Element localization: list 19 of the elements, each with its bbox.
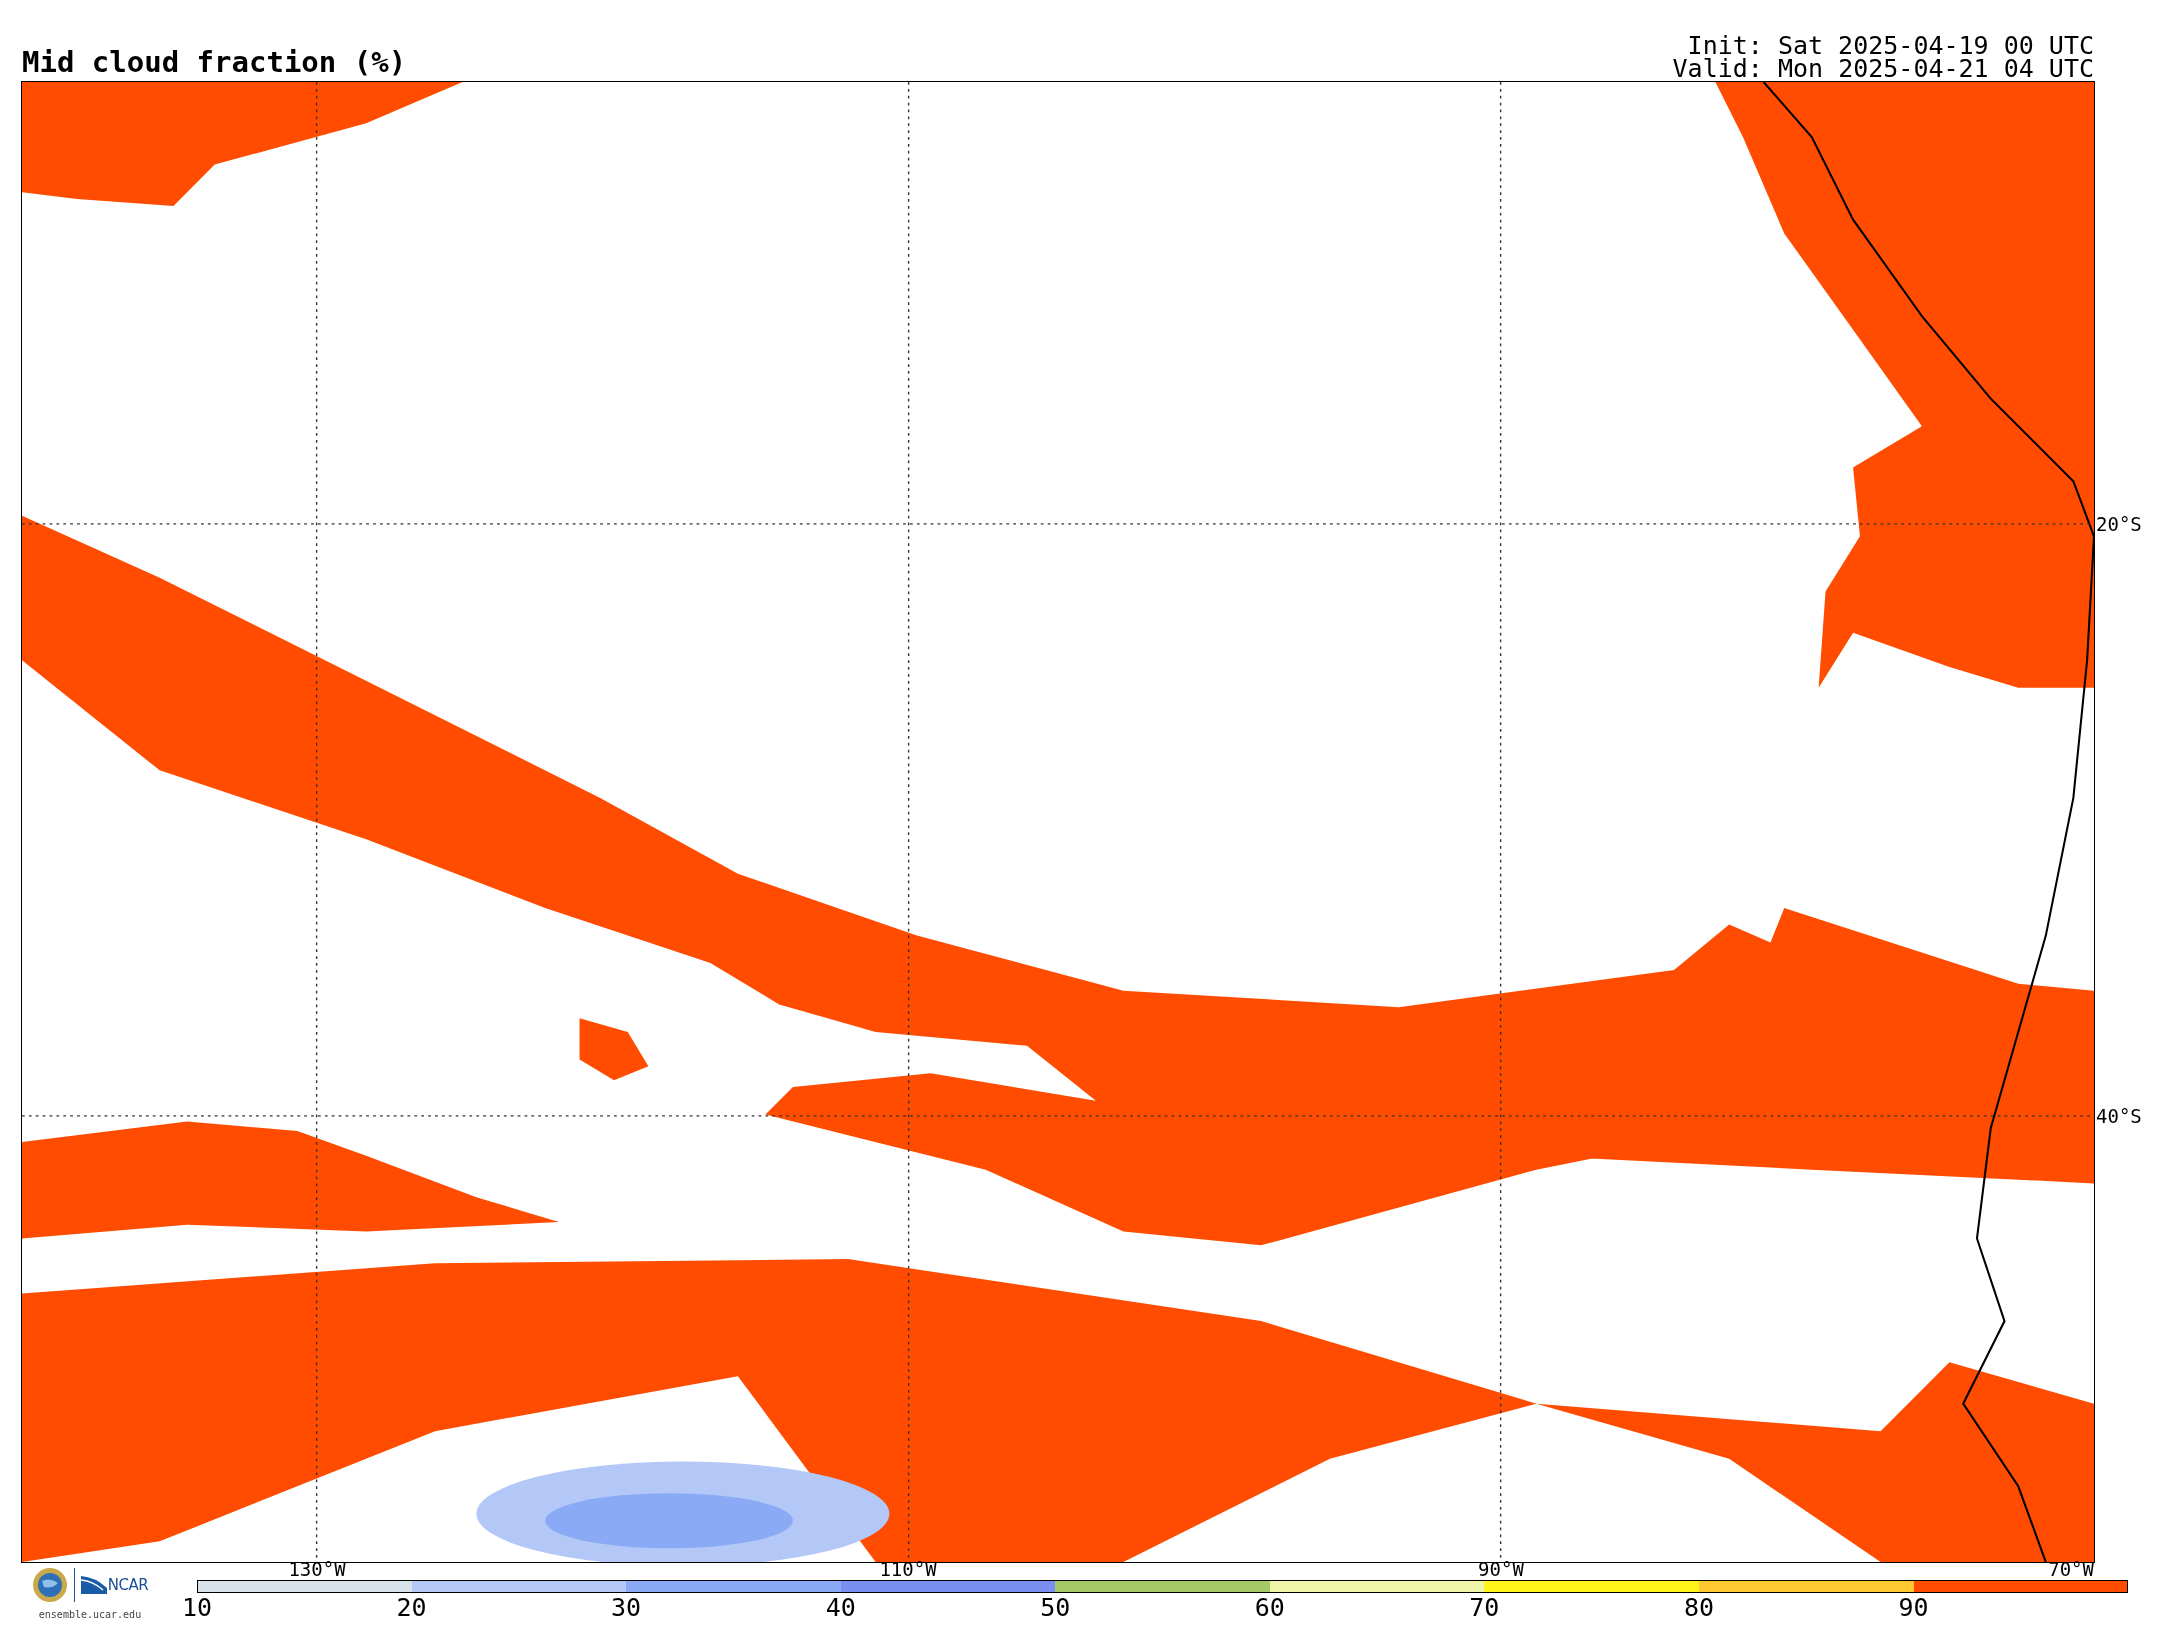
colorbar-tick-label: 30 bbox=[611, 1595, 642, 1620]
logo-divider bbox=[73, 1568, 75, 1602]
colorbar-tick-label: 40 bbox=[825, 1595, 856, 1620]
latitude-label: 40°S bbox=[2096, 1106, 2142, 1126]
colorbar-tick-label: 90 bbox=[1898, 1595, 1929, 1620]
chart-title: Mid cloud fraction (%) bbox=[22, 45, 407, 81]
colorbar-tick-label: 60 bbox=[1254, 1595, 1285, 1620]
colorbar-tick-label: 70 bbox=[1469, 1595, 1500, 1620]
valid-time: Valid: Mon 2025-04-21 04 UTC bbox=[1672, 57, 2094, 80]
colorbar-tick-label: 80 bbox=[1683, 1595, 1714, 1620]
wave-logo-icon bbox=[80, 1576, 107, 1594]
globe-seal-icon bbox=[31, 1567, 68, 1603]
init-time: Init: Sat 2025-04-19 00 UTC bbox=[1687, 34, 2094, 57]
site-url: ensemble.ucar.edu bbox=[38, 1609, 142, 1620]
latitude-label: 20°S bbox=[2096, 514, 2142, 534]
colorbar-tick-label: 50 bbox=[1040, 1595, 1071, 1620]
org-logo-text: NCAR bbox=[107, 1576, 149, 1594]
colorbar-tick-label: 10 bbox=[181, 1595, 213, 1620]
colorbar-tick-label: 20 bbox=[396, 1595, 427, 1620]
